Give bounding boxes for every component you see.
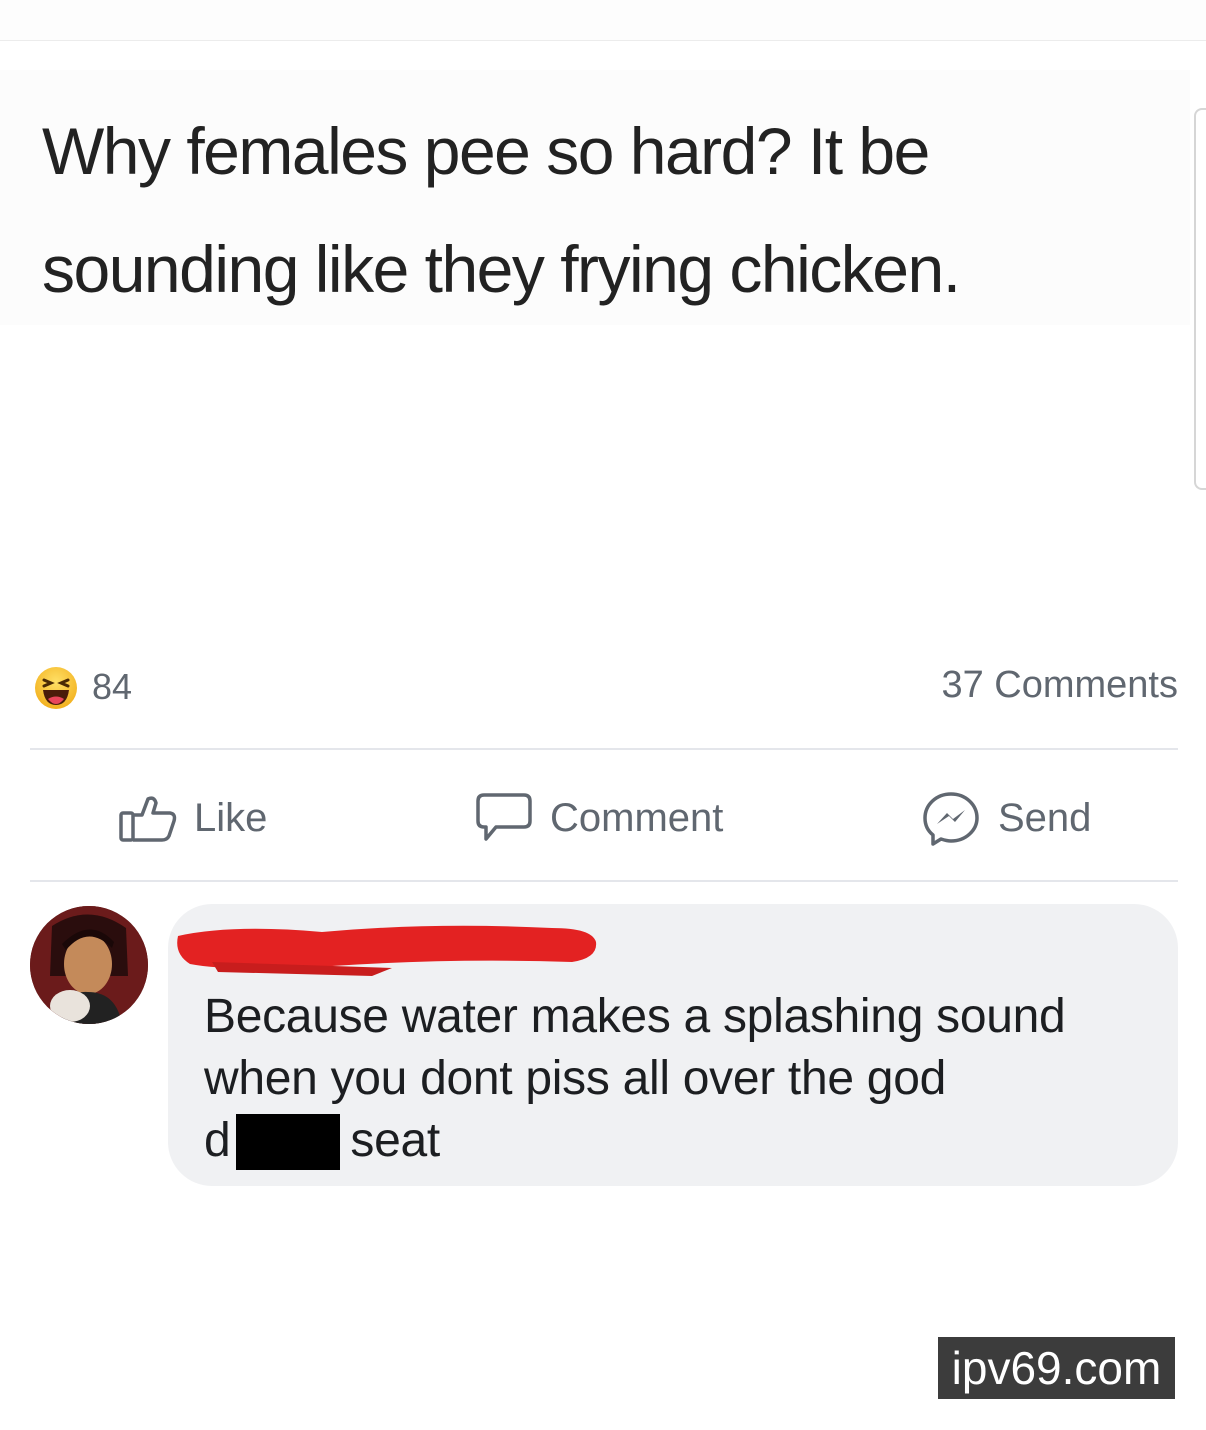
action-bar: Like Comment Send [0,780,1206,856]
comment-label: Comment [550,795,724,840]
watermark: ipv69.com [938,1337,1175,1399]
reaction-count[interactable]: 84 [92,666,132,708]
redacted-author-name [172,914,602,980]
comment-line: d seat [204,1110,1164,1172]
comment-text: Because water makes a splashing sound wh… [204,986,1164,1172]
like-button[interactable]: Like [118,790,267,846]
comments-count-link[interactable]: 37 Comments [941,664,1178,707]
comment-button[interactable]: Comment [474,790,723,846]
top-strip [0,0,1206,41]
messenger-icon [920,789,982,847]
avatar[interactable] [30,906,148,1024]
comment-fragment: seat [350,1114,440,1167]
censor-box [236,1114,341,1170]
scrollbar[interactable] [1194,108,1206,490]
comment-fragment: d [204,1114,231,1167]
comment-line: Because water makes a splashing sound [204,990,1066,1043]
send-button[interactable]: Send [920,790,1091,846]
like-label: Like [194,795,268,840]
post-text: Why females pee so hard? It be sounding … [42,114,961,306]
send-label: Send [998,795,1092,840]
thumbs-up-icon [118,793,178,843]
comment-line: when you dont piss all over the god [204,1052,946,1105]
speech-bubble-icon [474,791,534,845]
reactions-row: 84 37 Comments [28,660,1178,712]
divider [30,748,1178,750]
haha-icon[interactable] [34,666,78,710]
divider [30,880,1178,882]
